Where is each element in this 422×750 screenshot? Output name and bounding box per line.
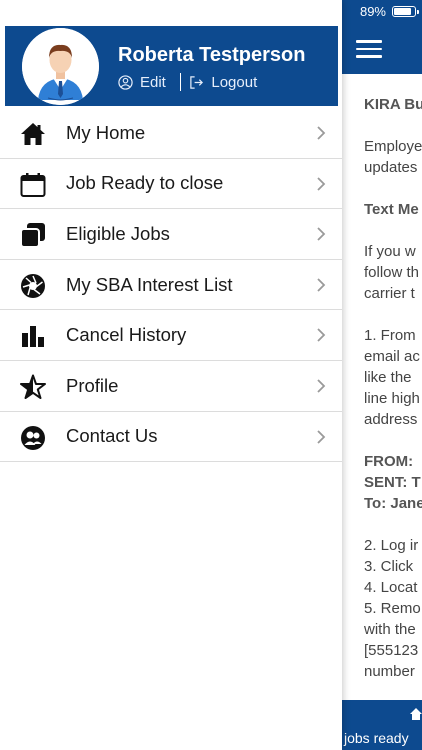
users-icon xyxy=(21,425,45,450)
bg-line: KIRA Bu xyxy=(364,96,422,113)
bar-chart-icon xyxy=(22,326,44,348)
stacked-squares-icon xyxy=(20,223,45,249)
drawer-header: Roberta Testperson Edit Logout xyxy=(5,26,338,106)
background-text: KIRA Bu Employe updates Text Me If you w f… xyxy=(342,74,422,682)
hamburger-menu-icon[interactable] xyxy=(356,40,382,58)
bg-line: 1. From xyxy=(364,327,416,344)
bg-line: FROM: xyxy=(364,453,414,470)
menu-item-label: Contact Us xyxy=(66,425,158,447)
background-screen: KIRA Bu Employe updates Text Me If you w f… xyxy=(342,24,422,750)
bg-line: 2. Log ir xyxy=(364,537,419,554)
chevron-right-icon xyxy=(317,328,326,343)
bg-line: SENT: T xyxy=(364,474,421,491)
bg-line: follow th xyxy=(364,264,420,281)
edit-link[interactable]: Edit xyxy=(140,74,166,91)
bg-line: To: Jane xyxy=(364,495,422,512)
bg-line: Text Me xyxy=(364,201,419,218)
chevron-right-icon xyxy=(317,227,326,241)
menu-item-job-ready-to-close[interactable]: Job Ready to close xyxy=(0,159,342,210)
menu-item-cancel-history[interactable]: Cancel History xyxy=(0,310,342,361)
status-bar: 89% xyxy=(340,0,422,24)
bg-line: If you w xyxy=(364,243,416,260)
bg-line: line high xyxy=(364,390,420,407)
home-icon xyxy=(410,708,422,720)
battery-percent: 89% xyxy=(359,4,386,19)
user-avatar-icon xyxy=(22,28,99,105)
menu-item-label: My SBA Interest List xyxy=(66,273,233,295)
aperture-icon xyxy=(21,273,45,298)
drawer-menu: My Home Job Ready to close Eligible Jobs… xyxy=(0,108,342,463)
avatar xyxy=(22,28,99,105)
bg-line: carrier t xyxy=(364,285,415,302)
menu-item-label: Job Ready to close xyxy=(66,172,224,194)
bg-line: like the xyxy=(364,369,412,386)
menu-item-label: Profile xyxy=(66,374,119,396)
user-circle-icon xyxy=(118,74,133,90)
bg-line: with the xyxy=(364,621,416,638)
menu-item-eligible-jobs[interactable]: Eligible Jobs xyxy=(0,209,342,260)
bg-line: number xyxy=(364,663,415,680)
navigation-drawer: Roberta Testperson Edit Logout My Home J… xyxy=(0,0,342,750)
chevron-right-icon xyxy=(317,278,326,292)
bg-line: Employe xyxy=(364,138,422,155)
bg-line: updates xyxy=(364,159,418,176)
bg-line: [555123 xyxy=(364,642,419,659)
menu-item-my-sba-interest-list[interactable]: My SBA Interest List xyxy=(0,260,342,311)
divider xyxy=(179,73,182,91)
user-name: Roberta Testperson xyxy=(118,44,306,66)
menu-item-contact-us[interactable]: Contact Us xyxy=(0,412,342,463)
menu-item-label: Cancel History xyxy=(66,324,187,346)
menu-item-profile[interactable]: Profile xyxy=(0,361,342,412)
bg-line: email ac xyxy=(364,348,420,365)
bg-line: 3. Click xyxy=(364,558,414,575)
header-actions: Edit Logout xyxy=(118,73,257,91)
calendar-icon xyxy=(20,172,46,197)
home-icon xyxy=(21,123,45,145)
menu-item-label: My Home xyxy=(66,121,146,143)
bg-line: address xyxy=(364,411,418,428)
chevron-right-icon xyxy=(317,429,326,444)
chevron-right-icon xyxy=(317,126,326,140)
bg-line: 4. Locat xyxy=(364,579,418,596)
star-icon xyxy=(20,374,46,399)
logout-link[interactable]: Logout xyxy=(211,74,257,91)
bg-line: 5. Remo xyxy=(364,600,421,617)
chevron-right-icon xyxy=(317,176,326,191)
menu-item-my-home[interactable]: My Home xyxy=(0,108,342,159)
top-app-bar xyxy=(342,24,422,74)
logout-icon xyxy=(190,75,204,89)
battery-icon xyxy=(392,6,419,17)
bottom-tab-bar[interactable]: jobs ready xyxy=(342,700,422,750)
menu-item-label: Eligible Jobs xyxy=(66,222,170,244)
tab-label-jobs-ready: jobs ready xyxy=(344,730,409,746)
chevron-right-icon xyxy=(317,379,326,393)
